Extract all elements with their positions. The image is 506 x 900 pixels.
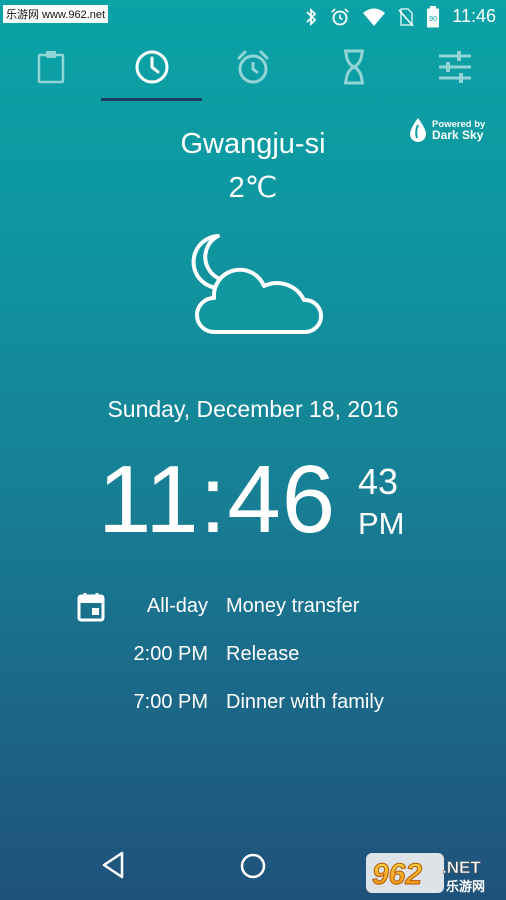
date-label: Sunday, December 18, 2016: [107, 396, 399, 422]
night-cloudy-icon: [191, 234, 323, 334]
tab-settings[interactable]: [405, 33, 506, 101]
temperature: 2℃: [228, 172, 278, 204]
alarm-icon: [237, 50, 269, 84]
sliders-icon: [439, 51, 472, 83]
event-title: Release: [226, 643, 300, 665]
back-icon[interactable]: [100, 850, 126, 880]
event-time: All-day: [146, 595, 208, 617]
home-icon[interactable]: [240, 853, 266, 879]
tab-clock[interactable]: [101, 33, 203, 101]
city-name: Gwangju-si: [180, 128, 326, 160]
hourglass-icon: [344, 49, 365, 85]
alarm-status-icon: [331, 7, 349, 25]
clipboard-icon: [37, 51, 64, 84]
event-time: 2:00 PM: [133, 643, 208, 665]
event-title: Money transfer: [226, 595, 360, 617]
event-title: Dinner with family: [226, 691, 384, 713]
event-row[interactable]: 2:00 PM Release: [0, 643, 506, 673]
brand-number: 962: [372, 858, 422, 891]
brand-suffix: .NET: [442, 858, 481, 877]
clock-time: 11:46: [98, 446, 337, 553]
no-sim-icon: [398, 7, 414, 27]
event-time: 7:00 PM: [133, 691, 208, 713]
clock-ampm: PM: [358, 506, 405, 541]
brand-cn: 乐游网: [446, 879, 485, 895]
clock-seconds: 43: [358, 461, 399, 502]
tab-clipboard[interactable]: [0, 33, 101, 101]
tab-bar: [0, 33, 506, 101]
clock-icon: [135, 50, 169, 84]
event-row[interactable]: 7:00 PM Dinner with family: [0, 691, 506, 721]
status-bar: 乐游网 www.962.net 90 11:46: [0, 0, 506, 33]
event-row[interactable]: All-day Money transfer: [0, 595, 506, 625]
battery-icon: 90: [427, 5, 440, 27]
battery-level: 90: [429, 16, 437, 23]
bluetooth-icon: [306, 7, 317, 26]
watermark: 乐游网 www.962.net: [3, 5, 109, 23]
962-net-logo: 962 .NET 乐游网: [366, 853, 485, 895]
status-time: 11:46: [452, 6, 496, 26]
wifi-icon: [363, 8, 386, 26]
status-icons: 90 11:46: [304, 0, 496, 33]
tab-alarm[interactable]: [202, 33, 303, 101]
tab-timer[interactable]: [304, 33, 405, 101]
